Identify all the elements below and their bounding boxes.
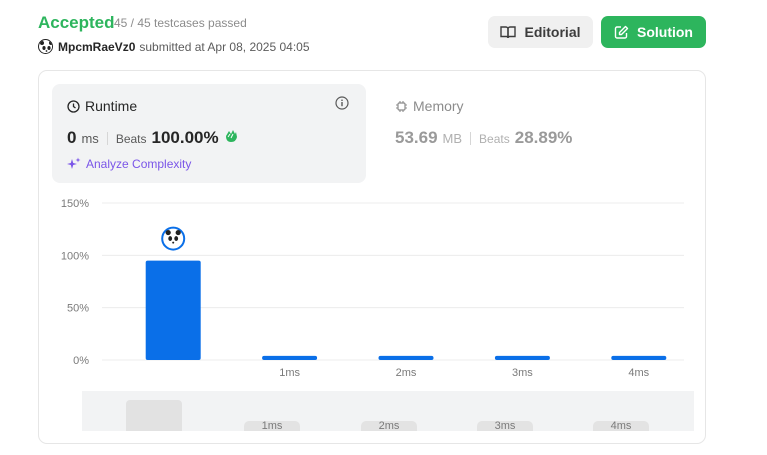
- bar-4ms[interactable]: [611, 355, 667, 360]
- clock-icon: [67, 99, 80, 113]
- sparkle-icon: [67, 157, 81, 169]
- testcases-count: 45 / 45 testcases passed: [114, 16, 247, 30]
- runtime-unit: ms: [81, 131, 99, 146]
- user-position-avatar-icon[interactable]: [161, 226, 186, 251]
- y-tick-label: 0%: [73, 355, 89, 367]
- editorial-label: Editorial: [524, 24, 581, 40]
- x-tick-label: 2ms: [396, 367, 417, 379]
- result-card: Runtime 0 ms Beats 100.00% Analyze Compl…: [38, 70, 706, 444]
- y-tick-label: 100%: [61, 250, 89, 262]
- brush-tick-label: 2ms: [361, 421, 417, 432]
- divider: [106, 131, 108, 145]
- username-link[interactable]: MpcmRaeVz0: [58, 40, 135, 54]
- solution-label: Solution: [637, 24, 693, 40]
- x-tick-label: 3ms: [512, 367, 533, 379]
- analyze-label: Analyze Complexity: [86, 157, 192, 171]
- memory-panel[interactable]: Memory 53.69 MB Beats 28.89%: [380, 84, 700, 183]
- bar-0ms[interactable]: [145, 260, 201, 360]
- book-icon: [500, 26, 517, 39]
- bar-1ms[interactable]: [262, 355, 318, 360]
- memory-beats-value: 28.89%: [514, 128, 573, 147]
- editorial-button[interactable]: Editorial: [488, 16, 593, 48]
- memory-title-label: Memory: [413, 98, 464, 114]
- memory-metrics: 53.69 MB Beats 28.89%: [395, 128, 572, 148]
- brush-tick-label: 4ms: [593, 421, 649, 432]
- divider: [470, 131, 472, 145]
- runtime-panel[interactable]: Runtime 0 ms Beats 100.00% Analyze Compl…: [52, 84, 366, 183]
- status-title: Accepted: [38, 13, 115, 32]
- runtime-title: Runtime: [67, 98, 137, 114]
- x-tick-label: 1ms: [279, 367, 300, 379]
- memory-unit: MB: [442, 131, 463, 146]
- info-icon[interactable]: [335, 96, 349, 110]
- analyze-complexity-link[interactable]: Analyze Complexity: [67, 157, 191, 171]
- submission-info: MpcmRaeVz0 submitted at Apr 08, 2025 04:…: [38, 39, 310, 54]
- bar-3ms[interactable]: [494, 355, 550, 360]
- user-avatar[interactable]: [38, 39, 53, 54]
- runtime-beats-label: Beats: [115, 132, 147, 146]
- clap-icon: [225, 130, 237, 142]
- memory-beats-label: Beats: [479, 132, 510, 146]
- memory-title: Memory: [395, 98, 464, 114]
- chip-icon: [396, 100, 407, 112]
- solution-button[interactable]: Solution: [601, 16, 706, 48]
- y-tick-label: 50%: [67, 303, 89, 315]
- edit-icon: [614, 25, 629, 39]
- brush-tick-label: 1ms: [244, 421, 300, 432]
- y-tick-label: 150%: [61, 198, 89, 210]
- runtime-title-label: Runtime: [85, 98, 138, 114]
- bar-2ms[interactable]: [378, 355, 434, 360]
- runtime-value: 0: [67, 128, 77, 147]
- runtime-beats-value: 100.00%: [151, 128, 219, 147]
- memory-value: 53.69: [395, 128, 438, 147]
- chart-range-brush[interactable]: 1ms 2ms 3ms 4ms: [82, 391, 694, 432]
- x-tick-label: 4ms: [628, 367, 649, 379]
- brush-tick-label: 3ms: [477, 421, 533, 432]
- runtime-metrics: 0 ms Beats 100.00%: [67, 128, 239, 148]
- submitted-time: submitted at Apr 08, 2025 04:05: [139, 39, 310, 54]
- brush-handle[interactable]: [126, 400, 182, 431]
